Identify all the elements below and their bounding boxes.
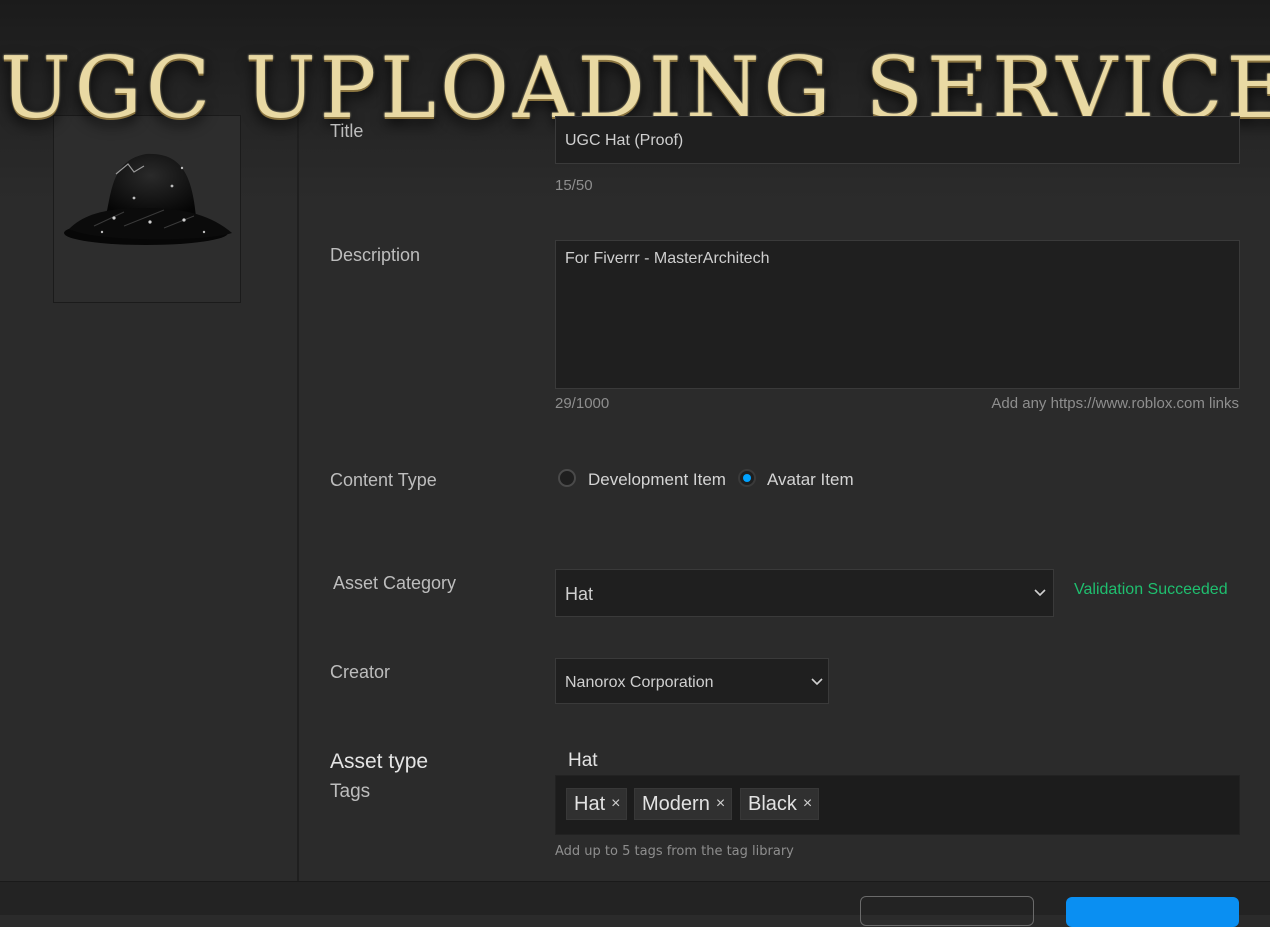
tag-chip[interactable]: Hat ×: [566, 788, 628, 820]
tag-label: Black: [748, 792, 797, 815]
description-char-counter: 29/1000: [555, 395, 610, 412]
title-input-value: UGC Hat (Proof): [565, 132, 684, 149]
remove-tag-icon[interactable]: ×: [803, 795, 812, 813]
tags-hint: Add up to 5 tags from the tag library: [555, 844, 794, 859]
asset-category-select[interactable]: Hat: [555, 569, 1054, 617]
asset-category-label: Asset Category: [333, 573, 457, 593]
chevron-down-icon: [811, 678, 823, 686]
cancel-button[interactable]: [860, 896, 1034, 926]
remove-tag-icon[interactable]: ×: [716, 795, 725, 813]
tags-label: Tags: [330, 781, 371, 802]
validation-status: Validation Succeeded: [1074, 581, 1228, 598]
asset-thumbnail: [53, 115, 241, 303]
column-divider: [297, 85, 299, 881]
description-textarea-value: For Fiverrr - MasterArchitech: [565, 250, 770, 267]
tag-label: Hat: [574, 792, 606, 815]
save-button[interactable]: [1066, 897, 1239, 927]
bucket-hat-image: [64, 153, 232, 245]
radio-development-item[interactable]: [558, 469, 576, 487]
title-label: Title: [330, 121, 364, 141]
tag-chip[interactable]: Modern ×: [634, 788, 733, 820]
remove-tag-icon[interactable]: ×: [611, 795, 620, 813]
chevron-down-icon: [1034, 589, 1046, 597]
tag-label: Modern: [642, 792, 710, 815]
title-input[interactable]: UGC Hat (Proof): [555, 116, 1240, 164]
description-label: Description: [330, 245, 421, 265]
asset-type-value: Hat: [568, 750, 598, 771]
tag-chip[interactable]: Black ×: [740, 788, 820, 820]
radio-avatar-item-label[interactable]: Avatar Item: [767, 470, 854, 490]
creator-label: Creator: [330, 662, 391, 682]
description-textarea[interactable]: For Fiverrr - MasterArchitech: [555, 240, 1240, 389]
asset-type-label: Asset type: [330, 750, 429, 773]
asset-category-value: Hat: [565, 584, 594, 604]
radio-development-item-label[interactable]: Development Item: [588, 470, 726, 490]
description-hint: Add any https://www.roblox.com links: [991, 395, 1239, 412]
content-type-label: Content Type: [330, 470, 437, 490]
radio-avatar-item[interactable]: [738, 469, 756, 487]
creator-select[interactable]: Nanorox Corporation: [555, 658, 829, 704]
creator-value: Nanorox Corporation: [565, 674, 714, 691]
title-char-counter: 15/50: [555, 177, 593, 194]
